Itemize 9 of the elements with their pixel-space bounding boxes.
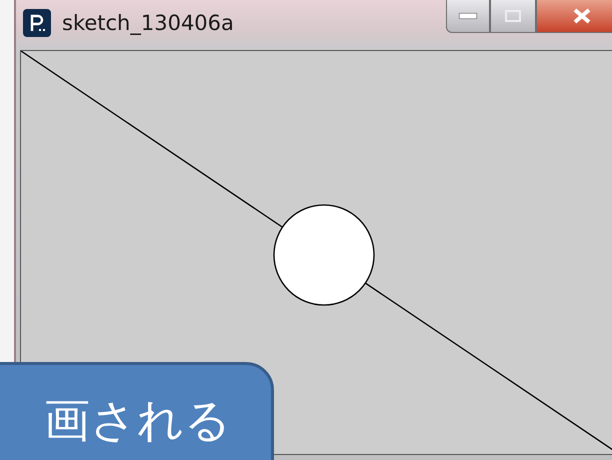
maximize-button[interactable] [490,0,536,33]
window-title: sketch_130406a [62,10,234,37]
minimize-button[interactable] [446,0,490,33]
app-icon [22,8,52,38]
callout-text: 画される [44,395,231,446]
minimize-icon [459,13,477,19]
close-button[interactable] [536,0,612,33]
close-icon [572,8,592,24]
maximize-icon [505,10,521,22]
